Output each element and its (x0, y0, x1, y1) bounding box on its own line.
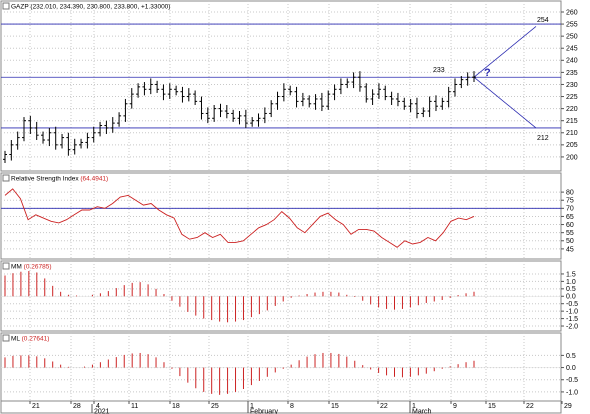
x-tick-label: 25 (211, 403, 219, 410)
panel-menu-icon[interactable] (2, 174, 10, 182)
annotation-lower: 212 (537, 135, 549, 142)
month-label: 2021 (94, 409, 110, 414)
x-tick-label: 15 (488, 403, 496, 410)
x-tick-label: 11 (131, 403, 138, 410)
y-tick-label: 230 (566, 82, 578, 89)
y-tick-label: 0.5 (566, 353, 576, 360)
y-tick-label: -2.0 (566, 323, 578, 330)
y-tick-label: 220 (566, 106, 578, 113)
y-tick-label: -1.0 (566, 309, 578, 316)
y-tick-label: 260 (566, 9, 578, 16)
mm-title: MM (0.26785) (11, 264, 51, 271)
y-tick-label: 225 (566, 94, 578, 101)
x-tick-label: 18 (172, 403, 180, 410)
y-tick-label: 80 (566, 190, 574, 197)
y-tick-label: 205 (566, 142, 578, 149)
x-tick-label: 22 (526, 403, 534, 410)
panel-menu-icon[interactable] (2, 2, 10, 10)
x-tick-label: 9 (453, 403, 457, 410)
y-tick-label: 55 (566, 230, 574, 237)
x-tick-label: 8 (290, 403, 294, 410)
annotation-level: 233 (433, 67, 445, 74)
y-tick-label: 255 (566, 21, 578, 28)
x-tick-label: 29 (564, 403, 572, 410)
question-mark: ? (484, 67, 491, 79)
y-tick-label: 250 (566, 34, 578, 41)
x-tick-label: 22 (380, 403, 388, 410)
y-tick-label: 65 (566, 214, 574, 221)
y-tick-label: 215 (566, 118, 578, 125)
y-tick-label: 60 (566, 222, 574, 229)
y-tick-label: 210 (566, 130, 578, 137)
y-tick-label: 0.0 (566, 365, 576, 372)
y-tick-label: 245 (566, 46, 578, 53)
ml-title: ML (0.27641) (11, 336, 49, 343)
y-tick-label: 50 (566, 238, 574, 245)
y-tick-label: 70 (566, 206, 574, 213)
price-title: GAZP (232.010, 234.390, 230.800, 233.800… (11, 4, 170, 11)
y-tick-label: -0.5 (566, 377, 578, 384)
x-tick-label: 15 (331, 403, 339, 410)
annotation-upper: 254 (537, 17, 549, 24)
x-tick-label: 28 (73, 403, 81, 410)
panel-menu-icon[interactable] (2, 334, 10, 342)
y-tick-label: 235 (566, 70, 578, 77)
month-label: March (412, 409, 432, 414)
y-tick-label: 0.5 (566, 286, 576, 293)
y-tick-label: 240 (566, 58, 578, 65)
y-tick-label: 45 (566, 246, 574, 253)
y-tick-label: -0.5 (566, 301, 578, 308)
y-tick-label: 1.5 (566, 271, 576, 278)
y-tick-label: 1.0 (566, 279, 576, 286)
y-tick-label: 75 (566, 198, 574, 205)
y-tick-label: 200 (566, 154, 578, 161)
y-tick-label: -1.0 (566, 389, 578, 396)
price-panel (0, 0, 562, 172)
ml-panel (0, 332, 562, 402)
month-label: February (250, 409, 279, 414)
panel-menu-icon[interactable] (2, 262, 10, 270)
x-tick-label: 21 (32, 403, 40, 410)
chart-canvas: 200 205 210 215 220 225 230 235 240 245 250 255 260 4… (0, 0, 578, 414)
x-axis-panel (0, 400, 562, 414)
y-tick-label: -1.5 (566, 316, 578, 323)
y-tick-label: 0.0 (566, 294, 576, 301)
rsi-title: Relative Strength Index (64.4941) (11, 176, 108, 183)
